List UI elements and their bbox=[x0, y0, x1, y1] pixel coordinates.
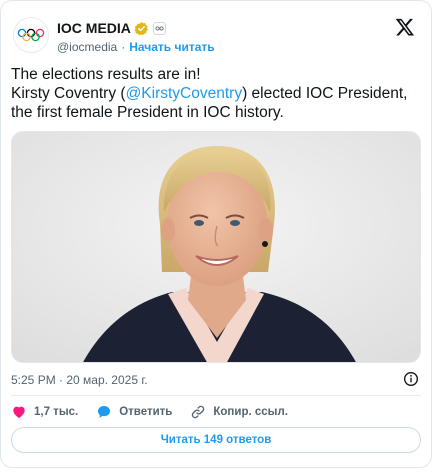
reply-bubble-icon bbox=[98, 406, 111, 418]
reply-label: Ответить bbox=[119, 406, 173, 418]
embedded-tweet-card: IOC MEDIA @iocmedia · Начать читать The … bbox=[0, 0, 432, 468]
mention-link[interactable]: @KirstyCoventry bbox=[126, 85, 243, 102]
x-logo-icon[interactable] bbox=[395, 17, 415, 37]
olympic-rings-icon bbox=[17, 28, 45, 42]
tweet-text-fragment: ) elected IOC President, bbox=[242, 85, 408, 102]
read-replies-button[interactable]: Читать 149 ответов bbox=[11, 427, 421, 453]
follow-link[interactable]: Начать читать bbox=[129, 40, 214, 54]
like-count: 1,7 тыс. bbox=[34, 406, 79, 418]
tweet-text: The elections results are in! Kirsty Cov… bbox=[11, 65, 423, 122]
info-icon[interactable] bbox=[403, 371, 419, 387]
author-display-name[interactable]: IOC MEDIA bbox=[57, 20, 131, 36]
tweet-text-fragment: Kirsty Coventry ( bbox=[11, 85, 126, 102]
tweet-meta: 5:25 PM · 20 мар. 2025 г. bbox=[11, 371, 421, 387]
tweet-photo[interactable] bbox=[11, 131, 421, 363]
like-button[interactable]: 1,7 тыс. bbox=[11, 404, 78, 420]
avatar[interactable] bbox=[13, 17, 49, 53]
divider bbox=[11, 395, 421, 396]
tweet-line: The elections results are in! bbox=[11, 66, 201, 83]
copy-link-label: Копир. ссыл. bbox=[213, 406, 288, 418]
reply-button[interactable]: Ответить bbox=[96, 404, 172, 420]
portrait-photo bbox=[12, 132, 420, 362]
author-handle[interactable]: @iocmedia bbox=[57, 40, 117, 54]
tweet-line: the first female President in IOC histor… bbox=[11, 104, 284, 121]
tweet-header: IOC MEDIA @iocmedia · Начать читать bbox=[11, 11, 423, 59]
link-icon bbox=[192, 405, 205, 419]
copy-link-button[interactable]: Копир. ссыл. bbox=[190, 404, 288, 420]
action-bar: 1,7 тыс. Ответить Копир. ссыл. bbox=[11, 402, 306, 422]
verified-badge-icon bbox=[134, 21, 148, 35]
affiliate-badge-icon bbox=[152, 21, 166, 35]
tweet-line: Kirsty Coventry (@KirstyCoventry) electe… bbox=[11, 84, 423, 103]
timestamp-link[interactable]: 5:25 PM · 20 мар. 2025 г. bbox=[11, 373, 148, 387]
heart-icon bbox=[13, 406, 25, 418]
author-info: IOC MEDIA @iocmedia · Начать читать bbox=[57, 19, 215, 56]
separator-dot: · bbox=[121, 40, 126, 54]
